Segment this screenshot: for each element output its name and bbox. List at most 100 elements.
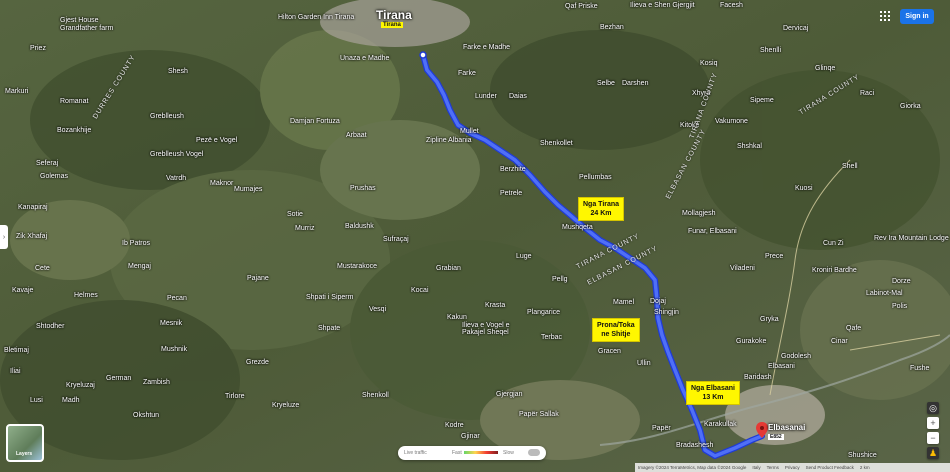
place-label: Kanapiraj — [18, 204, 48, 211]
place-label: Gurakoke — [736, 338, 767, 345]
privacy-link[interactable]: Privacy — [785, 465, 800, 470]
place-label: Raci — [860, 90, 875, 97]
place-label: Darshen — [622, 80, 649, 87]
place-label: Glinqe — [815, 65, 836, 72]
place-label: Helmes — [74, 292, 98, 299]
place-label: Plangarice — [527, 309, 561, 316]
place-label: Kavaje — [12, 287, 34, 294]
traffic-fast-label: Fast — [452, 450, 462, 456]
scale-label[interactable]: 2 km — [860, 465, 870, 470]
place-label: Greblleush — [150, 113, 184, 120]
terms-link[interactable]: Terms — [767, 465, 779, 470]
place-label: Cete — [35, 265, 50, 272]
road-badge-e852: E852 — [768, 434, 784, 440]
place-label: Qaf Priske — [565, 3, 598, 10]
place-label: Pellg — [552, 276, 568, 283]
place-label: Pecan — [167, 295, 187, 302]
place-label: Gjest House Grandfather farm — [60, 17, 114, 32]
callout-prona-toka: Prona/Toka ne Shitje — [592, 318, 640, 342]
traffic-toggle[interactable] — [528, 449, 540, 456]
place-label: Murriz — [295, 225, 315, 232]
place-label: Elbasani — [768, 363, 795, 370]
callout-line: 13 Km — [702, 394, 724, 401]
place-label: Berzhite — [500, 166, 526, 173]
place-label: Pellumbas — [579, 174, 612, 181]
place-label: Gjergjan — [496, 391, 523, 398]
place-label: Kocai — [411, 287, 429, 294]
callout-nga-tirana: Nga Tirana 24 Km — [578, 197, 625, 221]
place-label: Iliai — [10, 368, 21, 375]
place-label: Bozankhije — [57, 127, 92, 134]
place-label: Mamel — [613, 299, 635, 306]
city-label-tirana: Tirana — [376, 8, 412, 22]
place-label: Ullin — [637, 360, 651, 367]
place-label: Petrele — [500, 190, 523, 197]
place-label: Pezë e Vogel — [196, 137, 238, 144]
attribution-footer: Imagery ©2024 TerraMetrics, Map data ©20… — [635, 463, 950, 472]
place-label: Sipeme — [750, 97, 774, 104]
place-label: Grabian — [436, 265, 461, 272]
feedback-link[interactable]: Send Product Feedback — [806, 465, 854, 470]
place-label: Kakun — [447, 314, 467, 321]
my-location-icon[interactable]: ◎ — [927, 402, 939, 414]
place-label: Pajane — [247, 275, 269, 282]
callout-line: Nga Tirana — [583, 201, 620, 208]
place-label: Daias — [509, 93, 527, 100]
place-label: Sufraçaj — [383, 236, 409, 243]
callout-nga-elbasani: Nga Elbasani 13 Km — [686, 381, 740, 405]
place-label: Vakumone — [715, 118, 748, 125]
place-label: Mustarakoce — [337, 263, 378, 270]
place-label: Giorka — [900, 103, 921, 110]
place-label: Kryeluzaj — [66, 382, 95, 389]
country-link[interactable]: Italy — [752, 465, 760, 470]
place-label: Terbac — [541, 334, 563, 341]
place-label: Mengaj — [128, 263, 151, 270]
place-label: Seferaj — [36, 160, 59, 167]
place-label: Sotie — [287, 211, 303, 218]
zoom-in-button[interactable]: + — [927, 417, 939, 429]
place-label: Romanat — [60, 98, 89, 105]
place-label: Godolesh — [781, 353, 811, 360]
place-label: Kuosi — [795, 185, 813, 192]
place-label: Shenlli — [760, 47, 782, 54]
place-label: Zik Xhafaj — [16, 233, 48, 240]
route-start-marker — [419, 51, 427, 59]
place-label: Gjinar — [461, 433, 480, 440]
place-label: Shshkal — [737, 143, 762, 150]
callout-line: ne Shitje — [601, 331, 631, 338]
place-label: Dorze — [892, 278, 911, 285]
place-label: Vesqi — [369, 306, 387, 313]
place-label: Arbaat — [346, 132, 367, 139]
pegman-icon[interactable]: ♟ — [927, 447, 939, 459]
layers-button[interactable]: Layers — [6, 424, 44, 462]
place-label: Polis — [892, 303, 908, 310]
place-label: Shpati i Siperm — [306, 294, 354, 301]
place-label: Maknor — [210, 180, 234, 187]
place-label: Lusi — [30, 397, 43, 404]
place-label: Papër — [652, 425, 671, 432]
place-label: Shell — [842, 163, 858, 170]
place-label: Priez — [30, 45, 46, 52]
place-label: Mumajes — [234, 186, 263, 193]
tirana-badge: Tirana — [381, 22, 403, 28]
place-label: Baridash — [744, 374, 772, 381]
place-label: Rev Ira Mountain Lodge — [874, 235, 949, 242]
sign-in-button[interactable]: Sign in — [900, 9, 934, 24]
place-label: Viladeni — [730, 265, 755, 272]
place-label: Damjan Fortuza — [290, 118, 340, 125]
place-label: Mollagjesh — [682, 210, 716, 217]
place-label: Luge — [516, 253, 532, 260]
place-label: Lunder — [475, 93, 497, 100]
place-label: Mullet — [460, 128, 479, 135]
place-label: Papër Sallak — [519, 411, 559, 418]
apps-grid-icon[interactable] — [880, 11, 890, 21]
zoom-out-button[interactable]: − — [927, 432, 939, 444]
place-label: Kosiq — [700, 60, 718, 67]
place-label: Funar, Elbasani — [688, 228, 737, 235]
place-label: Greblleush Vogel — [150, 151, 204, 158]
place-label: Markuri — [5, 88, 29, 95]
place-label: Fushe — [910, 365, 930, 372]
place-label: Facesh — [720, 2, 743, 9]
expand-panel-button[interactable]: › — [0, 225, 8, 249]
place-label: Prece — [765, 253, 784, 260]
